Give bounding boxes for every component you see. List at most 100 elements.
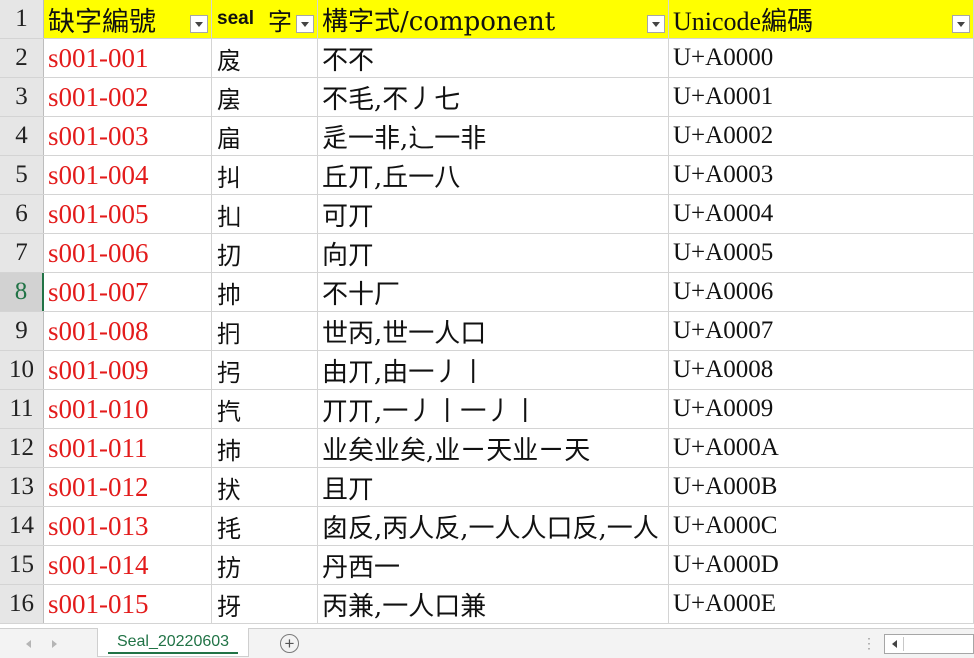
scrollbar-thumb[interactable] [903, 637, 963, 651]
row-header[interactable]: 3 [0, 78, 44, 116]
cell-unicode[interactable]: U+A000D [669, 546, 974, 584]
cell-id[interactable]: s001-006 [44, 234, 212, 272]
cell-id[interactable]: s001-003 [44, 117, 212, 155]
column-header-label: 構字式/component [322, 6, 556, 37]
add-sheet-button[interactable]: + [280, 634, 299, 653]
cell-unicode[interactable]: U+A0009 [669, 390, 974, 428]
scroll-left-button[interactable] [887, 637, 901, 651]
cell-component[interactable]: 辵一非,辶一非 [318, 117, 669, 155]
cell-component[interactable]: 不毛,不丿七 [318, 78, 669, 116]
cell-seal-char[interactable]: 㧍 [212, 546, 318, 584]
cell-id[interactable]: s001-008 [44, 312, 212, 350]
cell-component[interactable]: 丌丌,一丿丨一丿丨 [318, 390, 669, 428]
row-header[interactable]: 13 [0, 468, 44, 506]
cell-component[interactable]: 可丌 [318, 195, 669, 233]
cell-seal-char[interactable]: 㧂 [212, 117, 318, 155]
cell-component[interactable]: 囱反,丙人反,一人人口反,一人 [318, 507, 669, 545]
filter-dropdown-button[interactable] [647, 15, 665, 33]
cell-seal-char[interactable]: 㧄 [212, 195, 318, 233]
row-header[interactable]: 5 [0, 156, 44, 194]
horizontal-scrollbar[interactable] [884, 634, 974, 654]
cell-component[interactable]: 丹西一 [318, 546, 669, 584]
cell-seal-char[interactable]: 㧎 [212, 585, 318, 623]
cell-seal-char[interactable]: 㧈 [212, 351, 318, 389]
cell-id[interactable]: s001-004 [44, 156, 212, 194]
cell-component[interactable]: 不不 [318, 39, 669, 77]
cell-id[interactable]: s001-009 [44, 351, 212, 389]
overflow-icon[interactable]: ⋮ [862, 635, 876, 652]
column-header-unicode[interactable]: Unicode編碼 [669, 0, 974, 38]
cell-component[interactable]: 向丌 [318, 234, 669, 272]
row-header[interactable]: 12 [0, 429, 44, 467]
cell-seal-char[interactable]: 㧌 [212, 507, 318, 545]
row-header[interactable]: 8 [0, 273, 44, 311]
cell-component[interactable]: 世丙,世一人口 [318, 312, 669, 350]
filter-dropdown-button[interactable] [296, 15, 314, 33]
cell-id[interactable]: s001-011 [44, 429, 212, 467]
table-row: 7 s001-006 㧅向丌 U+A0005 [0, 234, 974, 273]
chevron-down-icon [957, 21, 965, 27]
cell-id[interactable]: s001-001 [44, 39, 212, 77]
row-header[interactable]: 1 [0, 0, 44, 38]
cell-unicode[interactable]: U+A0000 [669, 39, 974, 77]
cell-component[interactable]: 丙兼,一人口兼 [318, 585, 669, 623]
column-header-label: Unicode編碼 [673, 6, 814, 36]
cell-id[interactable]: s001-013 [44, 507, 212, 545]
cell-unicode[interactable]: U+A0002 [669, 117, 974, 155]
sheet-tab-bar: Seal_20220603 + ⋮ [0, 628, 974, 658]
cell-id[interactable]: s001-010 [44, 390, 212, 428]
cell-id[interactable]: s001-015 [44, 585, 212, 623]
cell-id[interactable]: s001-002 [44, 78, 212, 116]
filter-dropdown-button[interactable] [190, 15, 208, 33]
cell-unicode[interactable]: U+A0004 [669, 195, 974, 233]
cell-seal-char[interactable]: 㧆 [212, 273, 318, 311]
cell-id[interactable]: s001-005 [44, 195, 212, 233]
column-header-component[interactable]: 構字式/component [318, 0, 669, 38]
row-header[interactable]: 11 [0, 390, 44, 428]
row-header[interactable]: 14 [0, 507, 44, 545]
column-header-seal[interactable]: seal 字 [212, 0, 318, 38]
cell-seal-char[interactable]: 㧋 [212, 468, 318, 506]
cell-component[interactable]: 不十厂 [318, 273, 669, 311]
cell-unicode[interactable]: U+A0005 [669, 234, 974, 272]
cell-unicode[interactable]: U+A000A [669, 429, 974, 467]
row-header[interactable]: 2 [0, 39, 44, 77]
cell-seal-char[interactable]: 㧀 [212, 39, 318, 77]
row-header[interactable]: 6 [0, 195, 44, 233]
cell-unicode[interactable]: U+A000C [669, 507, 974, 545]
filter-dropdown-button[interactable] [952, 15, 970, 33]
cell-component[interactable]: 丘丌,丘一八 [318, 156, 669, 194]
spreadsheet-grid[interactable]: 1 缺字編號 seal 字 構字式/component Unicode編碼 2 s0… [0, 0, 974, 628]
row-header[interactable]: 15 [0, 546, 44, 584]
row-header[interactable]: 9 [0, 312, 44, 350]
scroll-tabs-left-button[interactable] [22, 638, 34, 650]
cell-seal-char[interactable]: 㧅 [212, 234, 318, 272]
cell-seal-char[interactable]: 㧃 [212, 156, 318, 194]
row-header[interactable]: 10 [0, 351, 44, 389]
cell-unicode[interactable]: U+A000E [669, 585, 974, 623]
sheet-tab[interactable]: Seal_20220603 [97, 628, 249, 657]
cell-seal-char[interactable]: 㧁 [212, 78, 318, 116]
column-header-id[interactable]: 缺字編號 [44, 0, 212, 38]
cell-component[interactable]: 业矣业矣,业ㄧ天业ㄧ天 [318, 429, 669, 467]
cell-unicode[interactable]: U+A0003 [669, 156, 974, 194]
cell-unicode[interactable]: U+A000B [669, 468, 974, 506]
table-row: 16 s001-015 㧎丙兼,一人口兼 U+A000E [0, 585, 974, 624]
cell-id[interactable]: s001-014 [44, 546, 212, 584]
scroll-tabs-right-button[interactable] [48, 638, 60, 650]
table-row: 6 s001-005 㧄可丌 U+A0004 [0, 195, 974, 234]
row-header[interactable]: 7 [0, 234, 44, 272]
cell-seal-char[interactable]: 㧇 [212, 312, 318, 350]
cell-id[interactable]: s001-012 [44, 468, 212, 506]
cell-unicode[interactable]: U+A0008 [669, 351, 974, 389]
cell-unicode[interactable]: U+A0006 [669, 273, 974, 311]
cell-component[interactable]: 且丌 [318, 468, 669, 506]
row-header[interactable]: 16 [0, 585, 44, 623]
cell-component[interactable]: 由丌,由一丿丨 [318, 351, 669, 389]
cell-unicode[interactable]: U+A0001 [669, 78, 974, 116]
cell-id[interactable]: s001-007 [44, 273, 212, 311]
cell-seal-char[interactable]: 㧊 [212, 429, 318, 467]
row-header[interactable]: 4 [0, 117, 44, 155]
cell-unicode[interactable]: U+A0007 [669, 312, 974, 350]
cell-seal-char[interactable]: 㧉 [212, 390, 318, 428]
